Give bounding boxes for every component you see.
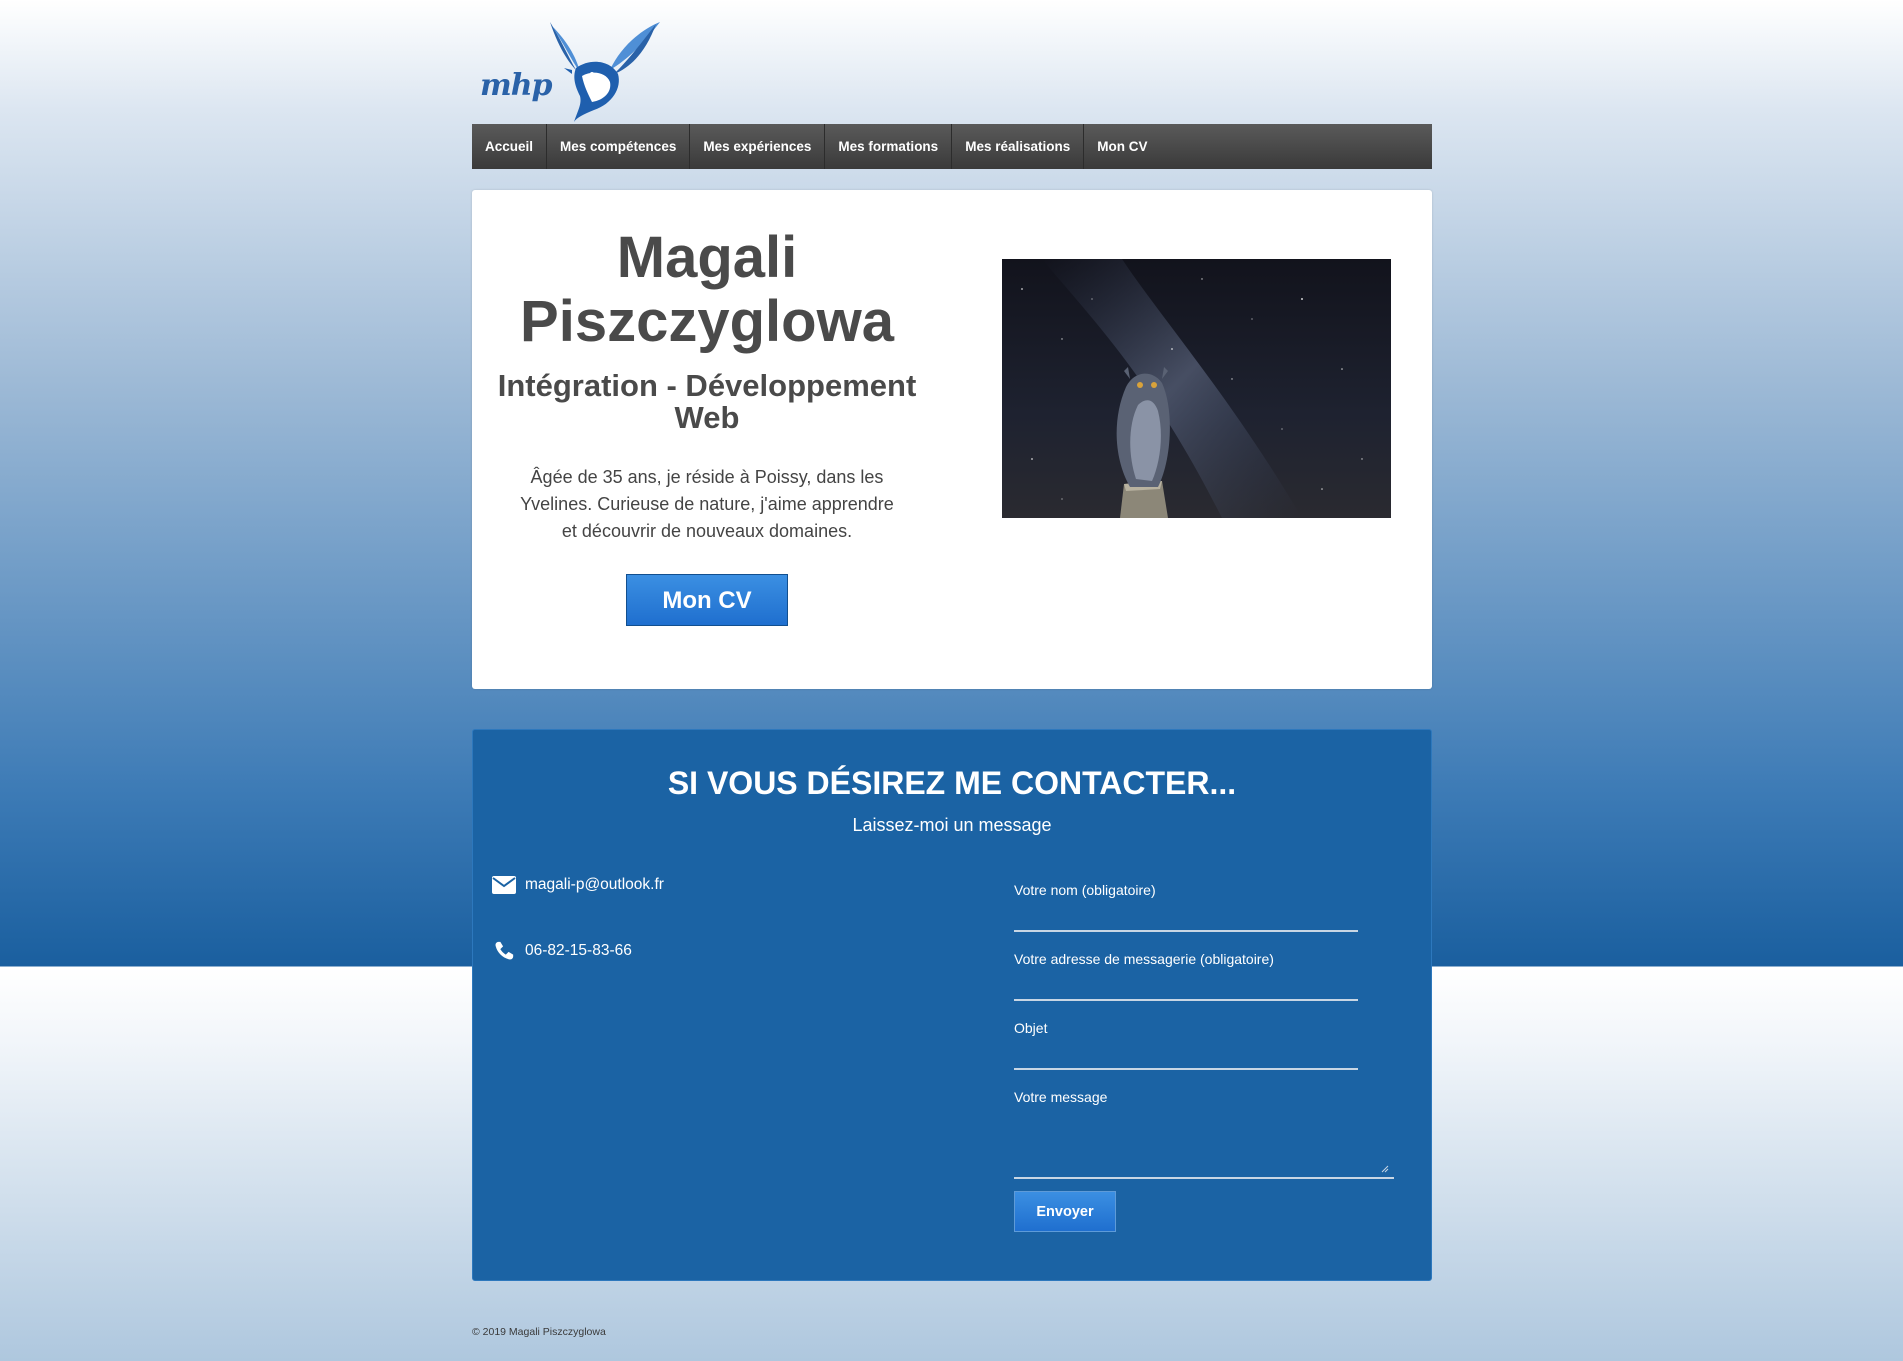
send-button[interactable]: Envoyer [1014,1191,1116,1232]
email-input[interactable] [1014,973,1358,1001]
contact-title: SI VOUS DÉSIREZ ME CONTACTER... [667,765,1237,801]
hero-card: Magali Piszczyglowa Intégration - Dévelo… [472,190,1432,689]
message-label: Votre message [1014,1089,1108,1105]
phone-info: 06-82-15-83-66 [492,940,632,962]
nav-item-cv[interactable]: Mon CV [1084,124,1160,169]
hero-name-line2: Piszczyglowa [520,289,894,354]
name-input[interactable] [1014,904,1358,932]
hero-subtitle-line1: Intégration - Développement [497,368,917,403]
contact-section: SI VOUS DÉSIREZ ME CONTACTER... Laissez-… [472,729,1432,1281]
phone-number[interactable]: 06-82-15-83-66 [525,942,632,960]
hero-subtitle: Intégration - Développement Web [472,370,942,434]
main-nav: Accueil Mes compétences Mes expériences … [472,124,1432,169]
contact-subtitle: Laissez-moi un message [852,815,1052,835]
nav-item-experiences[interactable]: Mes expériences [690,124,826,169]
hero-desc-line1: Âgée de 35 ans, je réside à Poissy, dans… [530,467,884,487]
mon-cv-button[interactable]: Mon CV [626,574,788,626]
nav-item-accueil[interactable]: Accueil [472,124,548,169]
hero-name-line1: Magali [616,225,798,290]
hero-description: Âgée de 35 ans, je réside à Poissy, dans… [507,464,907,545]
name-label: Votre nom (obligatoire) [1014,882,1156,898]
hero-subtitle-line2: Web [674,400,740,435]
nav-item-realisations[interactable]: Mes réalisations [952,124,1085,169]
nav-item-competences[interactable]: Mes compétences [547,124,691,169]
logo-text: mhp [480,68,553,103]
footer-copyright: © 2019 Magali Piszczyglowa [472,1326,606,1338]
site-logo[interactable]: mhp [480,18,660,123]
hero-name: Magali Piszczyglowa [472,226,942,354]
phone-icon [495,941,514,960]
subject-input[interactable] [1014,1042,1358,1070]
email-info: magali-p@outlook.fr [492,876,664,894]
hero-desc-line2: Yvelines. Curieuse de nature, j'aime app… [520,494,894,514]
email-label: Votre adresse de messagerie (obligatoire… [1014,951,1274,967]
email-link[interactable]: magali-p@outlook.fr [525,876,664,894]
subject-label: Objet [1014,1020,1048,1036]
nav-item-formations[interactable]: Mes formations [825,124,953,169]
envelope-icon [492,876,516,894]
owl-night-image [1002,259,1391,518]
resize-grip-icon[interactable] [1381,1165,1389,1173]
message-textarea[interactable] [1014,1113,1394,1179]
hero-desc-line3: et découvrir de nouveaux domaines. [561,521,853,541]
